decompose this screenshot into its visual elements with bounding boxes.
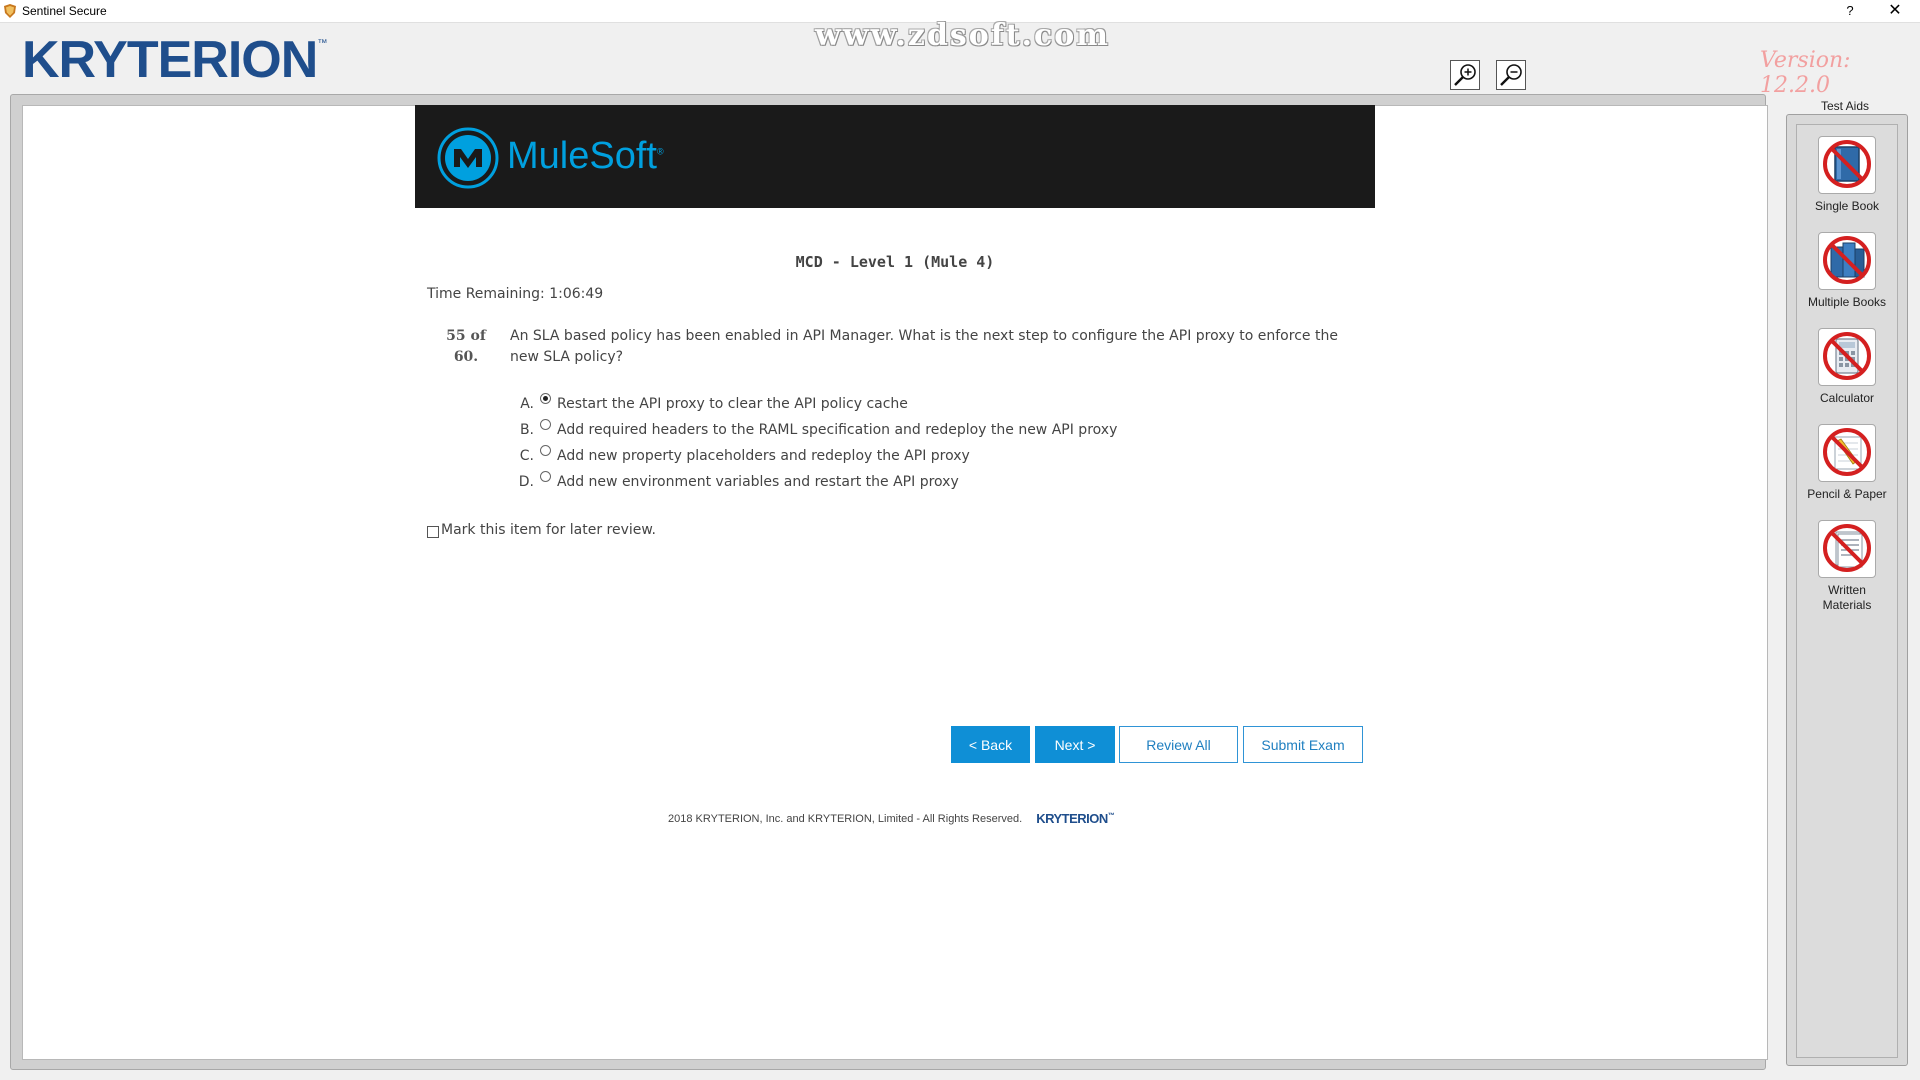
- version-label: Version: 12.2.0: [1760, 48, 1851, 98]
- option-letter: A.: [520, 396, 534, 412]
- zoom-in-icon: [1454, 64, 1476, 86]
- option-c[interactable]: C. Add new property placeholders and red…: [510, 444, 970, 468]
- aid-single-book[interactable]: Single Book: [1796, 136, 1898, 214]
- time-remaining: Time Remaining: 1:06:49: [427, 286, 604, 302]
- zoom-in-button[interactable]: [1450, 60, 1480, 90]
- zoom-out-icon: [1500, 64, 1522, 86]
- question-number: 55 of 60.: [440, 326, 492, 368]
- aid-pencil-paper[interactable]: Pencil & Paper: [1796, 424, 1898, 502]
- help-button[interactable]: ?: [1840, 1, 1860, 21]
- option-d-radio[interactable]: [540, 470, 551, 482]
- aid-label: Multiple Books: [1807, 295, 1887, 309]
- back-button[interactable]: < Back: [951, 726, 1030, 763]
- question-number-current: 55 of: [446, 328, 486, 344]
- shield-icon: [4, 4, 16, 18]
- copyright-text: 2018 KRYTERION, Inc. and KRYTERION, Limi…: [668, 812, 1023, 825]
- option-d[interactable]: D. Add new environment variables and res…: [510, 470, 959, 494]
- watermark: www.zdsoft.com: [815, 18, 1111, 53]
- close-button[interactable]: ✕: [1882, 1, 1908, 21]
- option-text: Add required headers to the RAML specifi…: [557, 422, 1118, 438]
- brand-trademark: ™: [317, 38, 327, 49]
- option-a[interactable]: A. Restart the API proxy to clear the AP…: [510, 392, 908, 416]
- mark-review-checkbox[interactable]: [427, 525, 439, 538]
- pencil-paper-icon[interactable]: [1818, 424, 1876, 482]
- mulesoft-logo-icon: [437, 127, 499, 189]
- option-a-radio[interactable]: [540, 392, 551, 404]
- submit-exam-button[interactable]: Submit Exam: [1243, 726, 1363, 763]
- option-text: Add new environment variables and restar…: [557, 474, 959, 490]
- option-text: Add new property placeholders and redepl…: [557, 448, 970, 464]
- mark-review-label: Mark this item for later review.: [441, 522, 656, 538]
- aid-written-materials[interactable]: Written Materials: [1796, 520, 1898, 613]
- test-aids-title: Test Aids: [1820, 99, 1870, 113]
- footer-kryterion-logo: KRYTERION™: [1036, 811, 1115, 826]
- next-button[interactable]: Next >: [1035, 726, 1115, 763]
- single-book-icon[interactable]: [1818, 136, 1876, 194]
- exam-title: MCD - Level 1 (Mule 4): [795, 253, 995, 271]
- mark-for-review[interactable]: Mark this item for later review.: [427, 522, 656, 538]
- zoom-out-button[interactable]: [1496, 60, 1526, 90]
- question-text: An SLA based policy has been enabled in …: [510, 328, 1338, 365]
- option-c-radio[interactable]: [540, 444, 551, 456]
- option-b[interactable]: B. Add required headers to the RAML spec…: [510, 418, 1117, 442]
- mulesoft-wordmark: MuleSoft®: [507, 135, 664, 178]
- option-letter: B.: [519, 422, 534, 438]
- aid-label: Written Materials: [1822, 583, 1872, 612]
- option-text: Restart the API proxy to clear the API p…: [557, 396, 908, 412]
- footer-logo-text: KRYTERION: [1036, 811, 1108, 826]
- aid-label: Pencil & Paper: [1807, 487, 1887, 501]
- footer-logo-trademark: ™: [1107, 812, 1115, 820]
- aid-multiple-books[interactable]: Multiple Books: [1796, 232, 1898, 310]
- exam-content-area: [22, 105, 1768, 1060]
- option-letter: D.: [518, 474, 534, 490]
- mulesoft-registered-mark: ®: [656, 146, 664, 157]
- mulesoft-name: MuleSoft: [507, 135, 657, 177]
- footer: 2018 KRYTERION, Inc. and KRYTERION, Limi…: [668, 811, 1115, 826]
- aid-label: Single Book: [1814, 199, 1880, 213]
- option-letter: C.: [519, 448, 534, 464]
- multiple-books-icon[interactable]: [1818, 232, 1876, 290]
- aid-label: Calculator: [1819, 391, 1875, 405]
- calculator-icon[interactable]: [1818, 328, 1876, 386]
- mulesoft-banner: MuleSoft®: [415, 105, 1375, 208]
- aid-calculator[interactable]: Calculator: [1796, 328, 1898, 406]
- question-number-total: 60.: [453, 349, 479, 365]
- option-b-radio[interactable]: [540, 418, 551, 430]
- written-materials-icon[interactable]: [1818, 520, 1876, 578]
- review-all-button[interactable]: Review All: [1119, 726, 1238, 763]
- kryterion-logo: KRYTERION™: [22, 30, 327, 90]
- window-title: Sentinel Secure: [22, 4, 107, 18]
- brand-name: KRYTERION: [22, 31, 318, 89]
